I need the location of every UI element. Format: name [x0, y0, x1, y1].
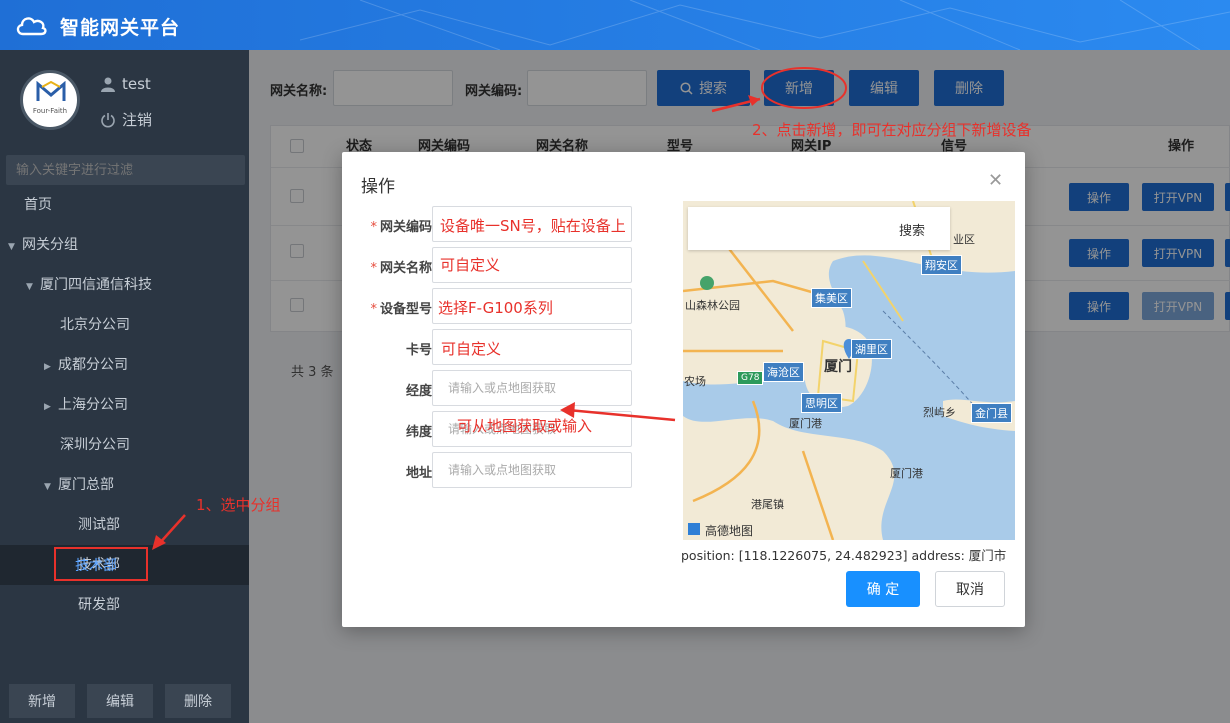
- map-label: 厦门港: [789, 417, 822, 430]
- header-decoration: [300, 0, 1230, 50]
- map-search-button[interactable]: 搜索: [899, 220, 925, 239]
- sidebar-item-label: 北京分公司: [60, 317, 130, 333]
- sidebar-delete-button[interactable]: 删除: [165, 684, 231, 718]
- user-icon: [101, 77, 115, 92]
- sidebar-item-home[interactable]: 首页: [0, 185, 249, 225]
- sidebar-item-chengdu[interactable]: ▶ 成都分公司: [0, 345, 249, 385]
- field-label-address: 地址: [342, 462, 432, 481]
- annotation-map-hint: 可从地图获取或输入: [457, 417, 593, 435]
- sidebar-item-rd-dept[interactable]: 研发部: [0, 585, 249, 625]
- map-district-badge: 翔安区: [921, 255, 962, 275]
- map-label: 港尾镇: [751, 498, 784, 511]
- field-label-code: * 网关编码: [342, 216, 432, 235]
- required-mark: *: [370, 220, 377, 235]
- sidebar-item-label: 厦门总部: [58, 477, 114, 493]
- sidebar-item-beijing[interactable]: 北京分公司: [0, 305, 249, 345]
- annotation-model: 选择F-G100系列: [438, 299, 553, 317]
- sidebar-item-label: 成都分公司: [58, 357, 128, 373]
- field-label-text: 地址: [405, 466, 432, 481]
- map-label: 山森林公园: [685, 299, 740, 312]
- required-mark: *: [370, 261, 377, 276]
- field-label-name: * 网关名称: [342, 257, 432, 276]
- map-widget[interactable]: 搜索 业区 翔安区 山森林公园 集美区 湖里区 海沧区 厦门 农场 思明区 厦门…: [683, 201, 1015, 540]
- cloud-logo-icon: [16, 17, 47, 36]
- map-district-badge: 金门县: [971, 403, 1012, 423]
- map-district-badge: 思明区: [801, 393, 842, 413]
- field-label-text: 经度: [405, 384, 432, 399]
- sidebar-item-shenzhen[interactable]: 深圳分公司: [0, 425, 249, 465]
- required-mark: *: [370, 302, 377, 317]
- longitude-field[interactable]: 请输入或点地图获取: [432, 370, 632, 406]
- map-search-box[interactable]: 搜索: [688, 207, 950, 250]
- brand-logo-icon: [36, 81, 66, 101]
- sidebar: Four-Faith test 注销 首页 ▼ 网关分组 ▼ 厦门四信通信科技 北京…: [0, 50, 249, 723]
- dialog-title: 操作: [361, 177, 395, 197]
- app-header: 智能网关平台: [0, 0, 1230, 50]
- power-icon: [101, 112, 115, 127]
- annotation-custom-card: 可自定义: [441, 340, 502, 358]
- annotation-step2: 2、点击新增，即可在对应分组下新增设备: [752, 121, 1032, 139]
- caret-down-icon: ▼: [26, 282, 33, 292]
- sidebar-item-label: 厦门四信通信科技: [40, 277, 152, 293]
- field-label-card: 卡号: [342, 339, 432, 358]
- confirm-button[interactable]: 确 定: [846, 571, 920, 607]
- field-label-text: 网关名称: [379, 261, 432, 276]
- tech-dept-highlight-label: 技术部: [75, 558, 117, 574]
- map-label: 农场: [684, 375, 706, 388]
- caret-down-icon: ▼: [44, 482, 51, 492]
- highway-badge: G78: [737, 371, 764, 385]
- field-label-model: * 设备型号: [342, 298, 432, 317]
- field-label-text: 卡号: [405, 343, 432, 358]
- sidebar-item-label: 上海分公司: [58, 397, 128, 413]
- sidebar-item-gateway-group[interactable]: ▼ 网关分组: [0, 225, 249, 265]
- app-title: 智能网关平台: [60, 17, 181, 39]
- tree-filter-input[interactable]: [6, 155, 245, 185]
- map-district-badge: 海沧区: [763, 362, 804, 382]
- caret-right-icon: ▶: [44, 362, 51, 372]
- field-label-text: 网关编码: [379, 220, 432, 235]
- sidebar-item-label: 首页: [24, 197, 52, 213]
- annotation-sn: 设备唯一SN号，贴在设备上: [440, 217, 626, 235]
- sidebar-item-label: 网关分组: [22, 237, 78, 253]
- map-label: 烈屿乡: [923, 406, 956, 419]
- field-label-text: 设备型号: [379, 302, 432, 317]
- sidebar-add-button[interactable]: 新增: [9, 684, 75, 718]
- sidebar-item-shanghai[interactable]: ▶ 上海分公司: [0, 385, 249, 425]
- cancel-button[interactable]: 取消: [935, 571, 1005, 607]
- sidebar-item-xiamen-fourfaith[interactable]: ▼ 厦门四信通信科技: [0, 265, 249, 305]
- user-info: test: [100, 75, 151, 93]
- field-label-latitude: 纬度: [342, 421, 432, 440]
- annotation-custom-name: 可自定义: [440, 256, 501, 274]
- map-label: 厦门港: [890, 467, 923, 480]
- field-label-longitude: 经度: [342, 380, 432, 399]
- sidebar-item-label: 深圳分公司: [60, 437, 130, 453]
- logout-link[interactable]: 注销: [100, 109, 152, 130]
- field-label-text: 纬度: [405, 425, 432, 440]
- address-field[interactable]: 请输入或点地图获取: [432, 452, 632, 488]
- avatar: Four-Faith: [20, 70, 80, 130]
- map-watermark: 高德地图: [705, 524, 754, 538]
- avatar-brand: Four-Faith: [32, 107, 68, 115]
- username: test: [122, 75, 151, 93]
- logout-label: 注销: [122, 111, 153, 129]
- annotation-step1: 1、选中分组: [196, 496, 281, 514]
- position-readout: position: [118.1226075, 24.482923] addre…: [681, 548, 1007, 563]
- map-city-label: 厦门: [824, 359, 852, 375]
- sidebar-item-label: 研发部: [78, 597, 120, 613]
- sidebar-item-label: 测试部: [78, 517, 120, 533]
- map-district-badge: 湖里区: [851, 339, 892, 359]
- map-label: 业区: [953, 233, 975, 246]
- map-district-badge: 集美区: [811, 288, 852, 308]
- sidebar-edit-button[interactable]: 编辑: [87, 684, 153, 718]
- caret-right-icon: ▶: [44, 402, 51, 412]
- caret-down-icon: ▼: [8, 242, 15, 252]
- close-icon[interactable]: ✕: [988, 170, 1003, 191]
